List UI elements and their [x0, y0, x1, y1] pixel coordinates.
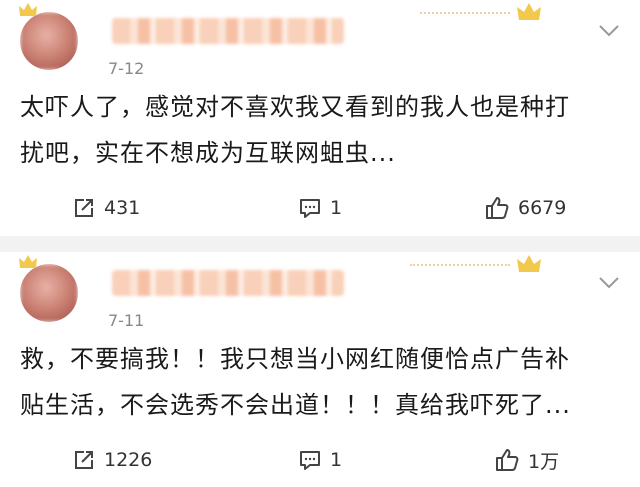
- content-line: 扰吧，实在不想成为互联网蛆虫...: [20, 139, 396, 167]
- thumbs-up-icon: [494, 447, 520, 473]
- share-square-icon: [72, 196, 96, 220]
- avatar[interactable]: [20, 12, 78, 70]
- crown-icon: [19, 255, 37, 268]
- crown-icon: [517, 3, 541, 20]
- like-count: 6679: [518, 197, 567, 219]
- decoration-line: [410, 264, 510, 266]
- crown-icon: [19, 3, 37, 16]
- weibo-post: 7-11 救，不要搞我！！我只想当小网红随便恰点广告补 贴生活，不会选秀不会出道…: [0, 252, 640, 487]
- thumbs-up-icon: [484, 195, 510, 221]
- post-separator: [0, 236, 640, 252]
- post-content: 救，不要搞我！！我只想当小网红随便恰点广告补 贴生活，不会选秀不会出道！！！真给…: [20, 336, 620, 428]
- repost-button[interactable]: 431: [72, 190, 140, 226]
- post-actions: 1226 1 1万: [0, 442, 640, 478]
- content-line: 救，不要搞我！！我只想当小网红随便恰点广告补: [20, 345, 570, 373]
- comment-count: 1: [330, 197, 343, 219]
- comment-count: 1: [330, 449, 343, 471]
- chevron-down-icon[interactable]: [598, 24, 620, 38]
- post-date: 7-12: [108, 59, 145, 78]
- repost-count: 431: [104, 197, 141, 219]
- decoration-line: [420, 12, 510, 14]
- username-redacted[interactable]: [112, 18, 344, 44]
- comment-button[interactable]: 1: [298, 190, 342, 226]
- content-line: 太吓人了，感觉对不喜欢我又看到的我人也是种打: [20, 93, 570, 121]
- weibo-post: 7-12 太吓人了，感觉对不喜欢我又看到的我人也是种打 扰吧，实在不想成为互联网…: [0, 0, 640, 236]
- chevron-down-icon[interactable]: [598, 276, 620, 290]
- post-date: 7-11: [108, 311, 145, 330]
- avatar[interactable]: [20, 264, 78, 322]
- content-line: 贴生活，不会选秀不会出道！！！真给我吓死了...: [20, 391, 571, 419]
- comment-bubble-icon: [298, 448, 322, 472]
- username-redacted[interactable]: [112, 270, 344, 296]
- like-button[interactable]: 6679: [484, 190, 566, 226]
- crown-icon: [517, 255, 541, 272]
- like-button[interactable]: 1万: [494, 442, 559, 478]
- share-square-icon: [72, 448, 96, 472]
- post-actions: 431 1 6679: [0, 190, 640, 226]
- comment-bubble-icon: [298, 196, 322, 220]
- like-count: 1万: [528, 450, 560, 473]
- post-content: 太吓人了，感觉对不喜欢我又看到的我人也是种打 扰吧，实在不想成为互联网蛆虫...: [20, 84, 620, 176]
- comment-button[interactable]: 1: [298, 442, 342, 478]
- repost-count: 1226: [104, 449, 153, 471]
- repost-button[interactable]: 1226: [72, 442, 152, 478]
